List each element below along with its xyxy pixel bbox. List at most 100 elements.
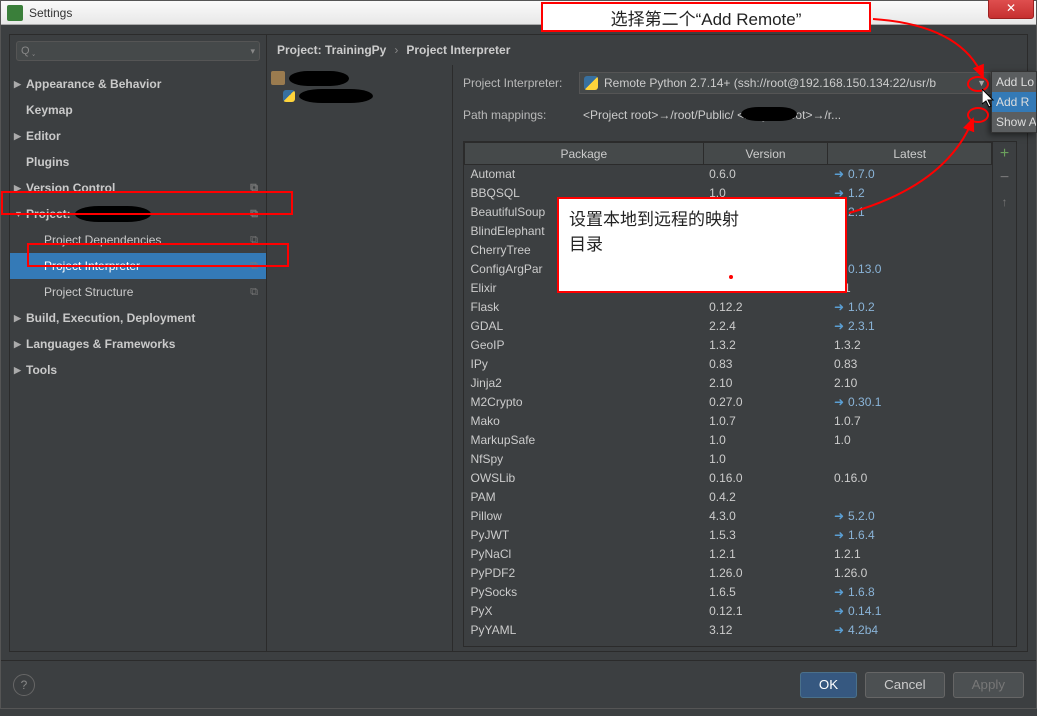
table-row[interactable]: OWSLib0.16.00.16.0 (465, 469, 992, 488)
cell-package: MarkupSafe (465, 431, 704, 450)
cell-latest: 1.2.1 (828, 545, 992, 564)
table-row[interactable]: PyPDF21.26.01.26.0 (465, 564, 992, 583)
table-row[interactable]: PyYAML3.12➜4.2b4 (465, 621, 992, 640)
cell-latest (828, 241, 992, 260)
sidebar-item-languages-frameworks[interactable]: ▶ Languages & Frameworks (10, 331, 266, 357)
scope-icon: ⧉ (250, 234, 258, 247)
cell-latest: 0.83 (828, 355, 992, 374)
table-row[interactable]: Automat0.6.0➜0.7.0 (465, 165, 992, 184)
cancel-button[interactable]: Cancel (865, 672, 945, 698)
menu-add-local[interactable]: Add Lo (992, 72, 1036, 92)
table-row[interactable]: PAM0.4.2 (465, 488, 992, 507)
col-latest[interactable]: Latest (828, 143, 992, 165)
upgrade-arrow-icon: ➜ (834, 604, 844, 618)
cell-latest: 2.10 (828, 374, 992, 393)
sidebar-item-project-interpreter[interactable]: Project Interpreter ⧉ (10, 253, 266, 279)
sidebar-item-label: Project Interpreter (44, 259, 140, 273)
scope-icon: ⧉ (250, 260, 258, 273)
cell-package: PyYAML (465, 621, 704, 640)
annotation-2: 设置本地到远程的映射 目录 (557, 197, 847, 293)
cell-latest: ➜1.0.2 (828, 298, 992, 317)
search-input[interactable]: Q ˯ ▾ (16, 41, 260, 61)
upgrade-arrow-icon: ➜ (834, 509, 844, 523)
expand-arrow-icon: ▼ (14, 209, 23, 219)
col-version[interactable]: Version (703, 143, 828, 165)
cell-package: Flask (465, 298, 704, 317)
table-row[interactable]: Pillow4.3.0➜5.2.0 (465, 507, 992, 526)
sidebar-item-label: Appearance & Behavior (26, 77, 161, 91)
sidebar-item-label: Keymap (26, 103, 73, 117)
breadcrumb-project: Project: TrainingPy (277, 43, 386, 57)
cell-package: PyX (465, 602, 704, 621)
interpreter-dropdown[interactable]: Remote Python 2.7.14+ (ssh://root@192.16… (579, 72, 991, 94)
table-row[interactable]: PySocks1.6.5➜1.6.8 (465, 583, 992, 602)
cell-version: 0.27.0 (703, 393, 828, 412)
table-row[interactable]: NfSpy1.0 (465, 450, 992, 469)
sidebar-item-editor[interactable]: ▶Editor (10, 123, 266, 149)
upgrade-package-button[interactable]: ↑ (997, 194, 1013, 210)
interpreter-config-menu[interactable]: Add Lo Add R Show A (991, 71, 1037, 133)
table-row[interactable]: GDAL2.2.4➜2.3.1 (465, 317, 992, 336)
settings-tree[interactable]: ▶Appearance & BehaviorKeymap▶EditorPlugi… (10, 67, 266, 651)
cell-version: 0.6.0 (703, 165, 828, 184)
sidebar-item-label: Languages & Frameworks (26, 337, 175, 351)
table-row[interactable]: Mako1.0.71.0.7 (465, 412, 992, 431)
pathmap-label: Path mappings: (463, 108, 579, 122)
remove-package-button[interactable]: − (997, 170, 1013, 186)
redacted-name (289, 71, 349, 86)
settings-pane: Project Interpreter: Remote Python 2.7.1… (453, 65, 1027, 651)
scope-icon: ⧉ (250, 208, 258, 221)
cell-version: 1.6.5 (703, 583, 828, 602)
sidebar-item-label: Build, Execution, Deployment (26, 311, 195, 325)
apply-button[interactable]: Apply (953, 672, 1024, 698)
table-row[interactable]: PyJWT1.5.3➜1.6.4 (465, 526, 992, 545)
sidebar-item-version-control[interactable]: ▶Version Control⧉ (10, 175, 266, 201)
cell-package: NfSpy (465, 450, 704, 469)
file-tree[interactable] (267, 65, 453, 651)
table-row[interactable]: Jinja22.102.10 (465, 374, 992, 393)
table-row[interactable]: M2Crypto0.27.0➜0.30.1 (465, 393, 992, 412)
cell-latest: ➜0.30.1 (828, 393, 992, 412)
help-button[interactable]: ? (13, 674, 35, 696)
project-pane: Project Interpreter: Remote Python 2.7.1… (267, 65, 1027, 651)
col-package[interactable]: Package (465, 143, 704, 165)
cell-latest: 7.1 (828, 279, 992, 298)
sidebar-item-project-[interactable]: ▼Project:⧉ (10, 201, 266, 227)
expand-arrow-icon: ▶ (14, 339, 21, 350)
cell-version: 1.26.0 (703, 564, 828, 583)
expand-arrow-icon: ▶ (14, 365, 21, 376)
table-row[interactable]: PyNaCl1.2.11.2.1 (465, 545, 992, 564)
chevron-down-icon[interactable]: ▼ (977, 78, 986, 88)
app-icon (7, 5, 23, 21)
pathmap-value-wrap: <Project root>→/root/Public/ <Project ro… (579, 104, 991, 126)
sidebar-item-build-execution-deployment[interactable]: ▶Build, Execution, Deployment (10, 305, 266, 331)
sidebar-item-plugins[interactable]: Plugins (10, 149, 266, 175)
sidebar-item-tools[interactable]: ▶Tools (10, 357, 266, 383)
cell-latest: 0.16.0 (828, 469, 992, 488)
ok-button[interactable]: OK (800, 672, 857, 698)
sidebar-item-label: Plugins (26, 155, 69, 169)
table-row[interactable]: Flask0.12.2➜1.0.2 (465, 298, 992, 317)
menu-add-remote[interactable]: Add R (992, 92, 1036, 112)
interpreter-value: Remote Python 2.7.14+ (ssh://root@192.16… (604, 76, 936, 90)
sidebar-item-project-structure[interactable]: Project Structure⧉ (10, 279, 266, 305)
chevron-down-icon: ▾ (250, 46, 255, 57)
window-close-button[interactable]: ✕ (988, 0, 1034, 19)
scope-icon: ⧉ (250, 182, 258, 195)
sidebar-item-keymap[interactable]: Keymap (10, 97, 266, 123)
menu-show-all[interactable]: Show A (992, 112, 1036, 132)
breadcrumb-page: Project Interpreter (406, 43, 510, 57)
interpreter-row: Project Interpreter: Remote Python 2.7.1… (463, 69, 1017, 97)
cell-package: IPy (465, 355, 704, 374)
table-row[interactable]: MarkupSafe1.01.0 (465, 431, 992, 450)
expand-arrow-icon: ▶ (14, 183, 21, 194)
table-row[interactable]: IPy0.830.83 (465, 355, 992, 374)
add-package-button[interactable]: + (997, 146, 1013, 162)
cell-package: PyPDF2 (465, 564, 704, 583)
sidebar-item-appearance-behavior[interactable]: ▶Appearance & Behavior (10, 71, 266, 97)
table-row[interactable]: PyX0.12.1➜0.14.1 (465, 602, 992, 621)
cell-latest: ➜0.14.1 (828, 602, 992, 621)
upgrade-arrow-icon: ➜ (834, 528, 844, 542)
sidebar-item-project-dependencies[interactable]: Project Dependencies⧉ (10, 227, 266, 253)
table-row[interactable]: GeoIP1.3.21.3.2 (465, 336, 992, 355)
